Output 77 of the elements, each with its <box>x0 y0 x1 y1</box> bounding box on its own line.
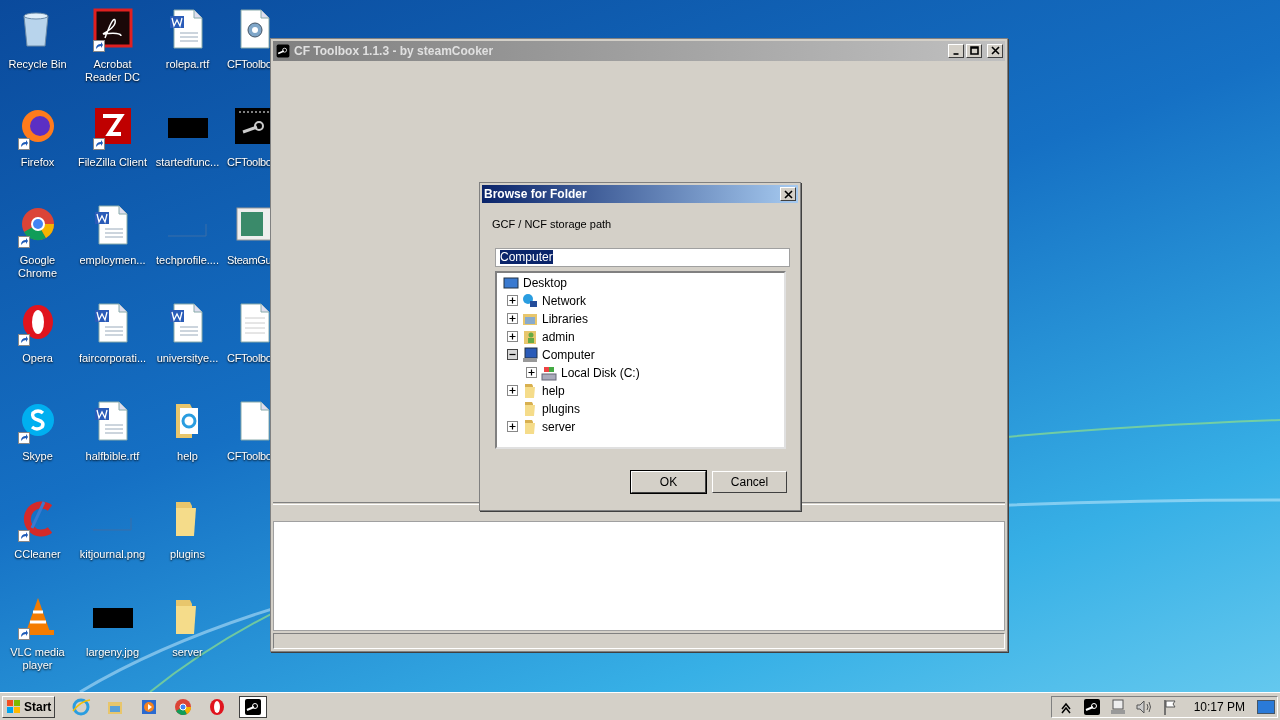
tree-item[interactable]: Local Disk (C:) <box>560 365 641 380</box>
desktop-icon-label[interactable]: employmen... <box>75 254 150 267</box>
minimize-icon <box>953 53 959 55</box>
show-desktop-icon[interactable] <box>1257 699 1275 714</box>
minimize-button[interactable] <box>948 44 964 58</box>
expand-icon[interactable] <box>525 367 537 378</box>
desktop-icon-label[interactable]: FileZilla Client <box>75 156 150 169</box>
desktop-icon-label[interactable]: largeny.jpg <box>75 646 150 659</box>
hard-disk-icon <box>541 364 557 381</box>
folder-path-field[interactable]: Computer <box>495 247 790 267</box>
window-title: CF Toolbox 1.1.3 - by steamCooker <box>294 43 495 60</box>
desktop-icon-label[interactable]: faircorporati... <box>75 352 150 365</box>
desktop-icon-label[interactable]: plugins <box>150 548 225 561</box>
expand-icon[interactable] <box>506 313 518 324</box>
desktop-icon-label[interactable]: techprofile.... <box>150 254 225 267</box>
collapse-icon[interactable] <box>506 349 518 360</box>
desktop-icon-label[interactable]: Acrobat Reader DC <box>75 58 150 84</box>
desktop-icon-label[interactable]: CFToolbo <box>227 156 272 169</box>
shortcut-arrow-icon <box>17 530 30 542</box>
desktop-icon-label[interactable]: kitjournal.png <box>75 548 150 561</box>
shortcut-arrow-icon <box>17 138 30 150</box>
folder-icon <box>522 382 538 399</box>
expand-icon[interactable] <box>506 331 518 342</box>
shortcut-arrow-icon <box>17 334 30 346</box>
desktop-icon-label[interactable]: CCleaner <box>0 548 75 561</box>
dialog-title: Browse for Folder <box>484 186 588 203</box>
start-button[interactable]: Start <box>2 695 56 718</box>
windows-logo-icon <box>6 698 22 715</box>
close-icon <box>989 45 1001 57</box>
dialog-button[interactable]: OK <box>631 470 706 493</box>
steam-icon[interactable] <box>1081 696 1102 717</box>
desktop-icon-label[interactable]: CFToolbo <box>227 450 272 463</box>
desktop-icon-label[interactable]: Skype <box>0 450 75 463</box>
close-button[interactable] <box>987 44 1003 58</box>
expand-icon[interactable] <box>506 295 518 306</box>
steam-icon <box>275 43 291 59</box>
desktop-icon-label[interactable]: Recycle Bin <box>0 58 75 71</box>
tree-item[interactable]: plugins <box>541 401 582 416</box>
expand-icon[interactable] <box>506 385 518 396</box>
shortcut-arrow-icon <box>92 138 105 150</box>
tree-item[interactable]: Network <box>541 293 587 308</box>
folder-icon <box>522 400 538 417</box>
shortcut-arrow-icon <box>92 40 105 52</box>
desktop-icon-label[interactable]: Opera <box>0 352 75 365</box>
close-button[interactable] <box>780 187 796 201</box>
desktop-icon-label[interactable]: Firefox <box>0 156 75 169</box>
shortcut-arrow-icon <box>17 432 30 444</box>
desktop-icon-label[interactable]: help <box>150 450 225 463</box>
tree-item[interactable]: admin <box>541 329 576 344</box>
desktop-icon-label[interactable]: halfbible.rtf <box>75 450 150 463</box>
dialog-prompt: GCF / NCF storage path <box>492 217 613 232</box>
desktop-icon-label[interactable]: startedfunc... <box>150 156 225 169</box>
tree-item[interactable]: Computer <box>541 347 596 362</box>
user-folder-icon <box>522 328 538 345</box>
expand-icon[interactable] <box>506 421 518 432</box>
tree-item[interactable]: server <box>541 419 577 434</box>
folder-icon <box>522 418 538 435</box>
close-icon <box>782 188 794 200</box>
chrome-icon[interactable] <box>173 696 194 717</box>
maximize-button[interactable] <box>966 44 982 58</box>
desktop-icon-label[interactable]: rolepa.rtf <box>150 58 225 71</box>
dialog-button[interactable]: Cancel <box>712 470 787 493</box>
desktop-icon-label[interactable]: CFToolbo <box>227 58 272 71</box>
monitor-icon <box>503 274 519 291</box>
desktop-icon-label[interactable]: Google Chrome <box>0 254 75 280</box>
tree-item[interactable]: Libraries <box>541 311 590 326</box>
desktop-icon-label[interactable]: VLC media player <box>0 646 75 672</box>
computer-icon <box>522 346 538 363</box>
network-globe-icon <box>522 292 538 309</box>
shortcut-arrow-icon <box>17 628 30 640</box>
tree-item[interactable]: Desktop <box>522 275 569 290</box>
maximize-icon <box>968 45 980 57</box>
desktop-icon-label[interactable]: universitye... <box>150 352 225 365</box>
desktop-icon-label[interactable]: CFToolbo <box>227 352 272 365</box>
tree-item[interactable]: help <box>541 383 566 398</box>
shortcut-arrow-icon <box>17 236 30 248</box>
clock[interactable]: 10:17 PM <box>1193 697 1245 716</box>
